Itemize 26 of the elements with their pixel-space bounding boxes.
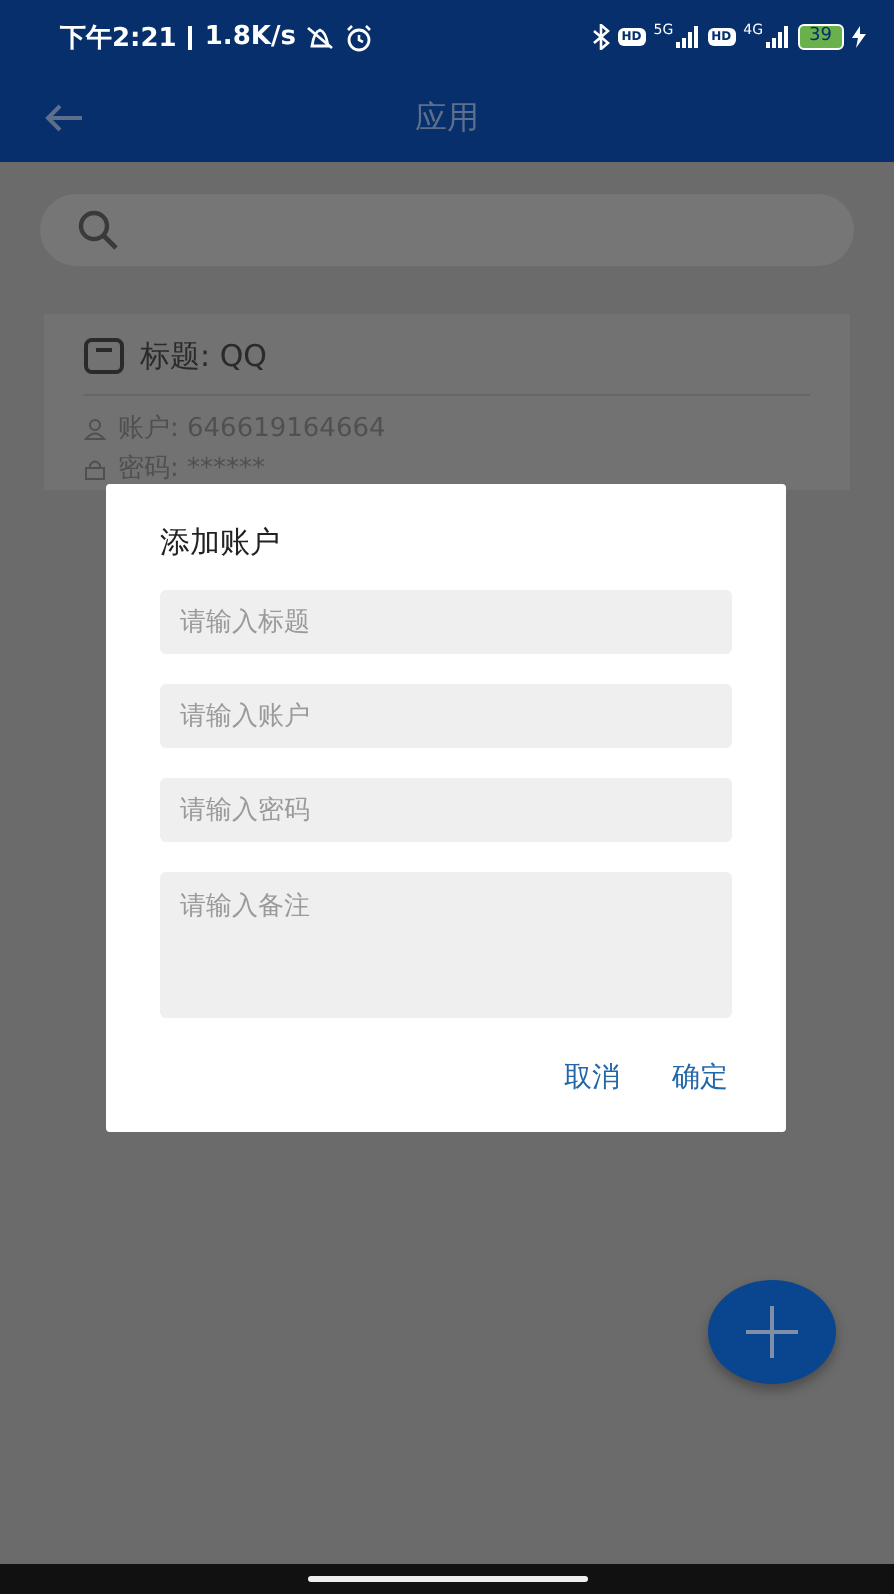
text-input-field[interactable]: 请输入标题 <box>160 590 732 654</box>
signal-icon <box>675 26 700 48</box>
signal-icon <box>765 26 790 48</box>
plus-icon <box>746 1306 798 1358</box>
back-arrow-icon[interactable] <box>44 102 84 134</box>
text-input-field[interactable]: 请输入密码 <box>160 778 732 842</box>
status-time: 下午2:21 <box>60 21 177 55</box>
window-icon <box>84 338 124 374</box>
account-title: 标题: QQ <box>140 337 267 375</box>
lock-icon <box>84 457 106 479</box>
search-icon <box>76 208 120 252</box>
charging-icon <box>852 26 866 48</box>
app-bar-title: 应用 <box>415 97 479 139</box>
add-button[interactable] <box>708 1280 836 1384</box>
muted-bell-icon <box>303 23 336 51</box>
cancel-button[interactable]: 取消 <box>560 1048 624 1108</box>
confirm-button[interactable]: 确定 <box>668 1048 732 1108</box>
battery-indicator: 39 <box>797 24 844 50</box>
bluetooth-icon <box>591 24 610 50</box>
notes-field[interactable]: 请输入备注 <box>160 872 732 1018</box>
alarm-icon <box>343 23 374 51</box>
text-input-field[interactable]: 请输入账户 <box>160 684 732 748</box>
search-field[interactable] <box>40 194 854 266</box>
user-icon <box>84 417 106 439</box>
network-speed: 1.8K/s <box>204 22 296 52</box>
dialog-title: 添加账户 <box>160 524 282 562</box>
